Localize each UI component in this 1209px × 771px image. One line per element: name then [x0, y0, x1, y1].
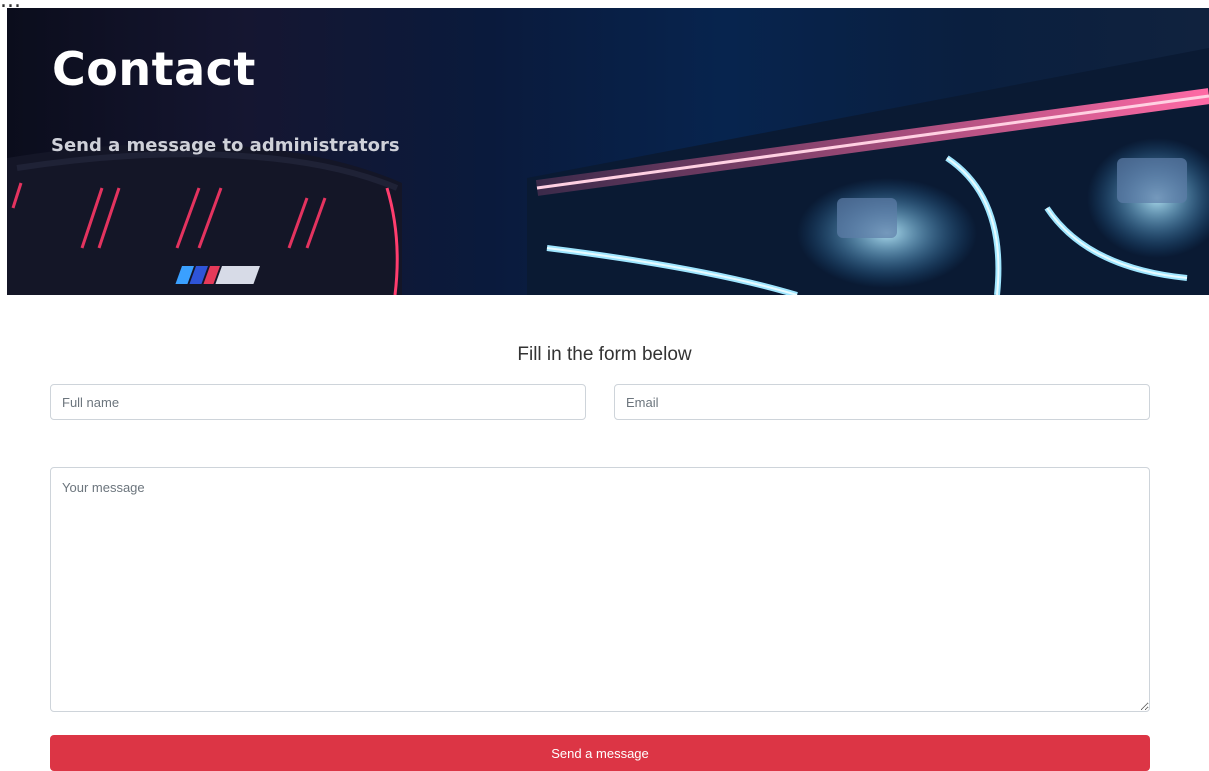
- form-heading: Fill in the form below: [517, 344, 692, 365]
- message-textarea[interactable]: [50, 467, 1150, 712]
- page-subtitle: Send a message to administrators: [51, 135, 400, 156]
- page-title: Contact: [52, 42, 256, 96]
- hero-banner: Contact Send a message to administrators: [7, 8, 1209, 295]
- email-input[interactable]: [614, 384, 1150, 420]
- send-message-button[interactable]: Send a message: [50, 735, 1150, 771]
- full-name-input[interactable]: [50, 384, 586, 420]
